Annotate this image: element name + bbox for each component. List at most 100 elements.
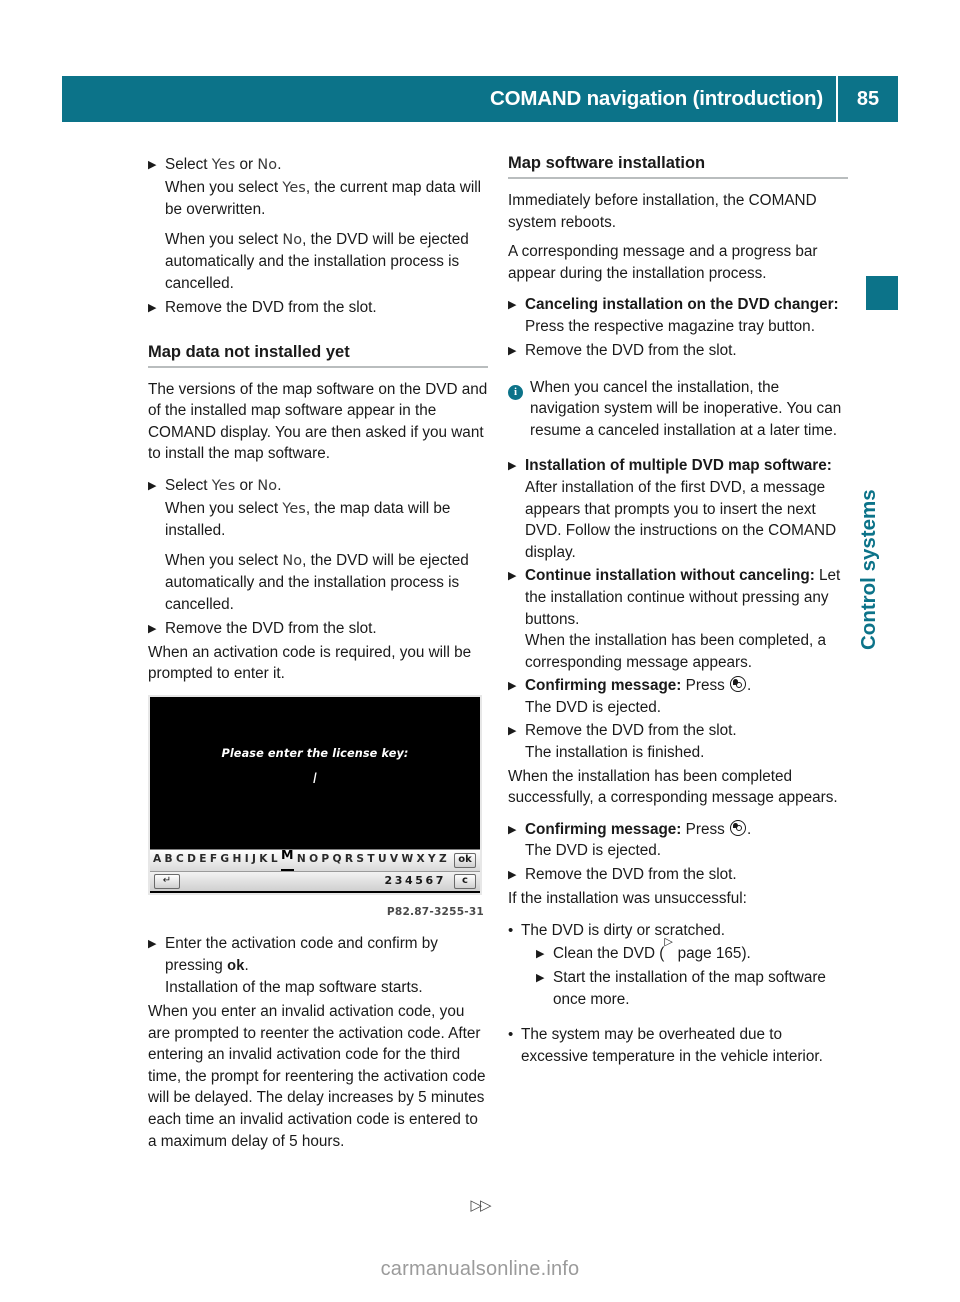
key-O[interactable]: O: [309, 849, 318, 871]
key-V[interactable]: V: [390, 849, 398, 871]
detail-prefix: When you select: [165, 499, 283, 517]
key-Y[interactable]: Y: [428, 849, 436, 871]
step-remove-dvd-2: ▶ Remove the DVD from the slot. The inst…: [508, 718, 848, 763]
step-content: Continue installation without canceling:…: [525, 565, 848, 673]
select-label: Select: [165, 476, 212, 494]
key-S[interactable]: S: [356, 849, 364, 871]
key-I[interactable]: I: [245, 849, 249, 871]
ok-key-reference: ok: [227, 957, 245, 974]
step-rest: Press: [681, 677, 730, 695]
key-K[interactable]: K: [259, 849, 267, 871]
step-end: .: [747, 677, 752, 695]
step-content: Installation of multiple DVD map softwar…: [525, 455, 848, 563]
ok-button[interactable]: ok: [454, 852, 476, 868]
key-H[interactable]: H: [232, 849, 241, 871]
detail-prefix: When you select: [165, 178, 283, 196]
option-yes-inline: Yes: [282, 500, 306, 517]
digit-list[interactable]: 234567: [180, 870, 452, 892]
step-rest: Press: [681, 820, 730, 838]
step-end: .: [747, 820, 752, 838]
key-P[interactable]: P: [321, 849, 329, 871]
key-U[interactable]: U: [378, 849, 387, 871]
step-rest: After installation of the first DVD, a m…: [525, 478, 837, 561]
or-label: or: [235, 476, 258, 494]
control-knob-icon: [730, 676, 747, 693]
detail-prefix: When you select: [165, 551, 283, 569]
step-triangle-icon: ▶: [148, 938, 157, 951]
step-confirming-message-2: ▶ Confirming message: Press . The DVD is…: [508, 817, 848, 862]
page-reference-link[interactable]: page 165: [673, 945, 742, 962]
bullet-dot-icon: •: [508, 1026, 514, 1044]
bullet-system-overheated: • The system may be overheated due to ex…: [508, 1022, 848, 1067]
comand-keyboard-second-row[interactable]: ↵ 234567 c: [150, 870, 480, 893]
key-Q[interactable]: Q: [333, 849, 342, 871]
step-prefix: Enter the activation code and confirm by…: [165, 935, 438, 974]
step-confirming-message-1: ▶ Confirming message: Press . The DVD is…: [508, 673, 848, 718]
step-detail: The DVD is ejected.: [525, 698, 662, 716]
license-key-prompt: Please enter the license key:: [221, 746, 409, 760]
step-triangle-icon: ▶: [536, 948, 545, 961]
key-L[interactable]: L: [271, 849, 278, 871]
page-number: 85: [856, 87, 880, 110]
step-suffix: .: [244, 956, 249, 974]
key-G[interactable]: G: [220, 849, 229, 871]
step-content: Confirming message: Press . The DVD is e…: [525, 675, 848, 718]
step-triangle-icon: ▶: [508, 344, 517, 357]
step-line: Continue installation without canceling:…: [525, 565, 848, 630]
step-triangle-icon: ▶: [508, 460, 517, 473]
step-content: Remove the DVD from the slot.: [525, 866, 737, 884]
step-triangle-icon: ▶: [148, 479, 157, 492]
heading-rule: [148, 365, 488, 368]
option-yes: Yes: [211, 157, 236, 173]
page-title: COMAND navigation (introduction): [490, 87, 823, 110]
key-T[interactable]: T: [367, 849, 374, 871]
option-yes: Yes: [211, 477, 236, 494]
key-J[interactable]: J: [252, 849, 256, 871]
key-B[interactable]: B: [165, 849, 173, 871]
step-continue-without-canceling: ▶ Continue installation without cancelin…: [508, 563, 848, 673]
clear-button[interactable]: c: [454, 873, 476, 889]
key-D[interactable]: D: [187, 849, 196, 871]
section-tab-label: Control systems: [857, 489, 880, 650]
key-F[interactable]: F: [210, 849, 217, 871]
figure-comand-license-key: Please enter the license key: I ABCDEFGH…: [148, 694, 486, 924]
step-detail: When the installation has been completed…: [525, 632, 827, 671]
bullet-text: The system may be overheated due to exce…: [521, 1026, 823, 1065]
detail-no: When you select No, the DVD will be ejec…: [165, 229, 488, 295]
step-triangle-icon: ▶: [536, 972, 545, 985]
period: .: [277, 156, 282, 173]
paragraph-activation-code: When an activation code is required, you…: [148, 643, 472, 683]
back-arrow-icon[interactable]: ↵: [154, 873, 180, 889]
paragraph-progress-bar: A corresponding message and a progress b…: [508, 243, 818, 282]
bullet-dot-icon: •: [508, 921, 514, 939]
step-line: Confirming message: Press .: [525, 819, 848, 841]
continuation-arrows-icon: ▷▷: [470, 1197, 491, 1214]
step-triangle-icon: ▶: [148, 159, 157, 171]
key-C[interactable]: C: [176, 849, 184, 871]
bullet-dvd-dirty: • The DVD is dirty or scratched.: [508, 918, 848, 942]
step-select-yes-no-1: ▶ Select Yes or No. When you select Yes,…: [148, 152, 488, 295]
key-A[interactable]: A: [153, 849, 161, 871]
key-E[interactable]: E: [199, 849, 206, 871]
option-no: No: [257, 477, 278, 494]
step-bold-lead: Confirming message:: [525, 820, 682, 838]
step-content: Remove the DVD from the slot. The instal…: [525, 720, 848, 763]
step-line: Enter the activation code and confirm by…: [165, 933, 488, 977]
option-no-inline: No: [282, 231, 303, 248]
key-R[interactable]: R: [345, 849, 353, 871]
letter-list[interactable]: ABCDEFGHIJKLMNOPQRSTUVWXYZ: [150, 849, 452, 871]
key-W[interactable]: W: [401, 849, 413, 871]
comand-keyboard-letter-row[interactable]: ABCDEFGHIJKLMNOPQRSTUVWXYZ ok: [150, 848, 480, 871]
select-label: Select: [165, 156, 212, 173]
option-no: No: [257, 157, 278, 173]
key-M-selected[interactable]: M: [280, 849, 294, 871]
step-detail: The DVD is ejected.: [525, 842, 662, 860]
step-line: Remove the DVD from the slot.: [525, 722, 737, 740]
step-triangle-icon: ▶: [508, 570, 517, 583]
key-X[interactable]: X: [417, 849, 425, 871]
or-label: or: [235, 156, 258, 173]
step-triangle-icon: ▶: [148, 301, 157, 314]
section-tab-marker: [866, 276, 898, 310]
key-Z[interactable]: Z: [439, 849, 447, 871]
key-N[interactable]: N: [297, 849, 306, 871]
